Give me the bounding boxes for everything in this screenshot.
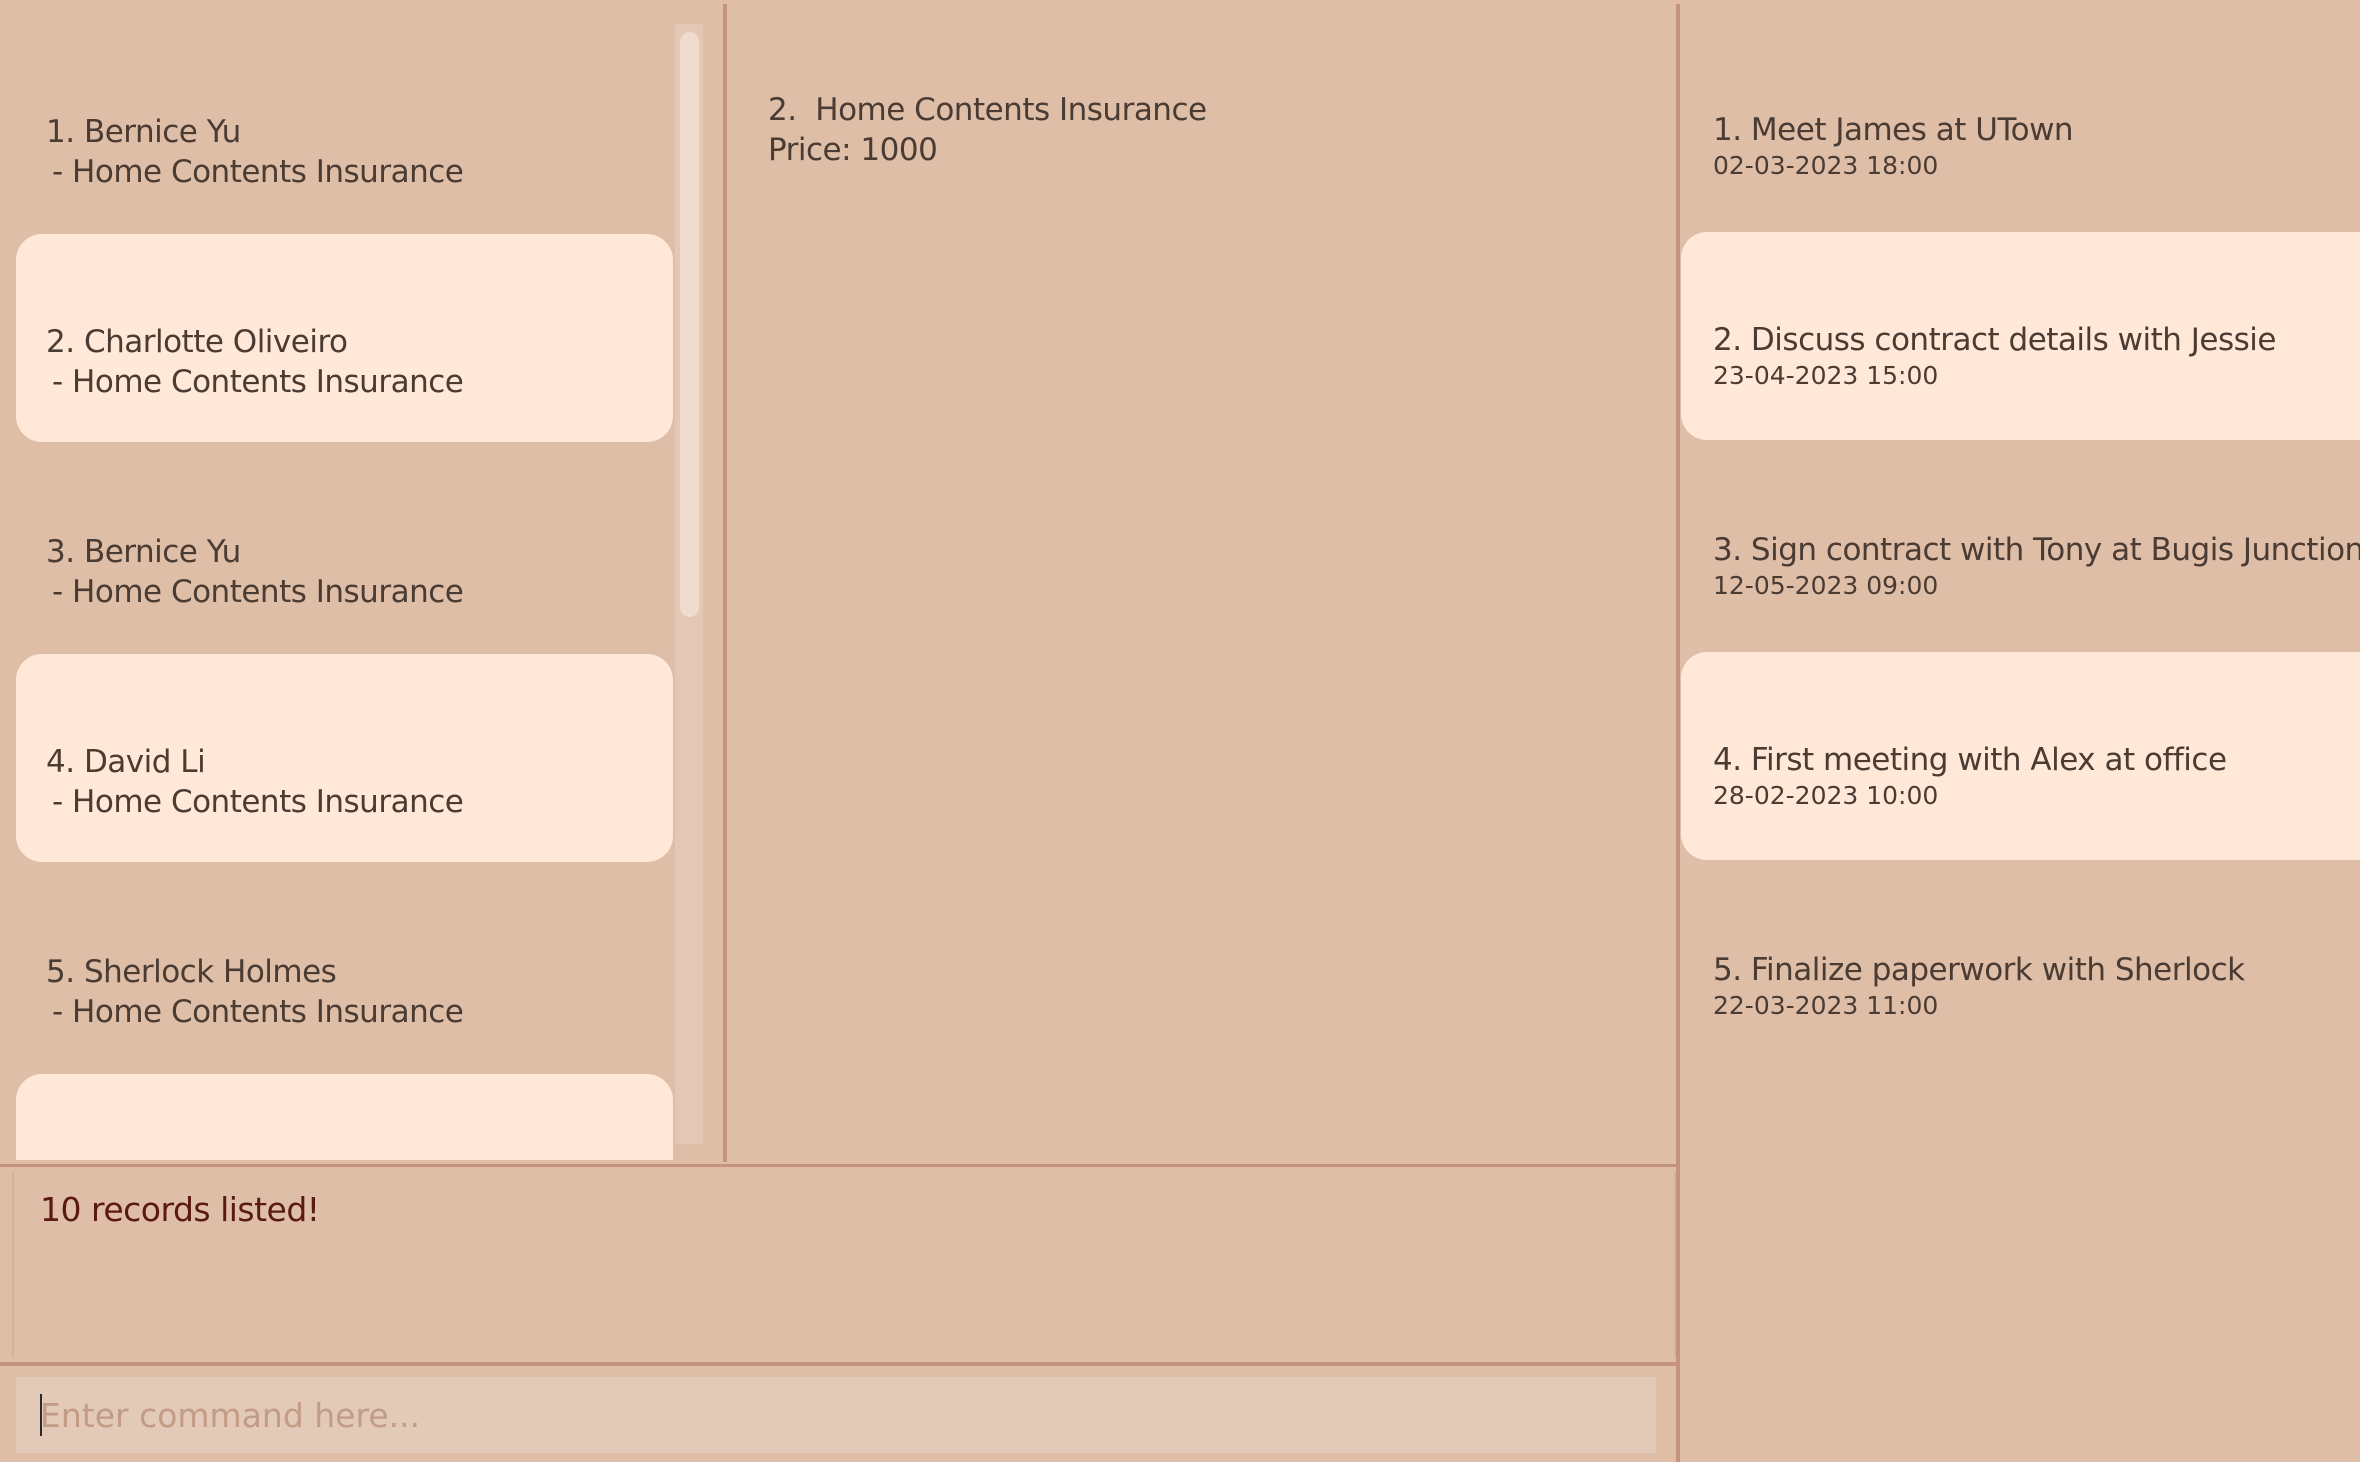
result-display: 10 records listed!: [12, 1172, 1676, 1358]
meeting-card[interactable]: 5. Finalize paperwork with Sherlock 22-0…: [1681, 862, 2360, 1070]
meetings-list-panel: 1. Meet James at UTown 02-03-2023 18:00 …: [1681, 0, 2360, 1462]
detail-policy-title: 2. Home Contents Insurance: [768, 92, 1207, 128]
record-policy: - Home Contents Insurance: [52, 574, 464, 610]
records-scrollbar-thumb[interactable]: [680, 32, 699, 617]
record-title: 4. David Li: [46, 744, 206, 780]
meeting-title: 4. First meeting with Alex at office: [1713, 742, 2227, 778]
divider: [0, 1164, 1676, 1167]
detail-price: Price: 1000: [768, 132, 938, 168]
record-title: 3. Bernice Yu: [46, 534, 241, 570]
meeting-title: 3. Sign contract with Tony at Bugis Junc…: [1713, 532, 2360, 568]
meeting-datetime: 28-02-2023 10:00: [1713, 781, 1939, 810]
record-card[interactable]: 5. Sherlock Holmes - Home Contents Insur…: [16, 864, 673, 1072]
command-input[interactable]: [16, 1377, 1656, 1453]
record-detail-panel: 2. Home Contents Insurance Price: 1000: [768, 90, 1207, 170]
record-card-partial[interactable]: [16, 1074, 673, 1160]
meeting-card[interactable]: 2. Discuss contract details with Jessie …: [1681, 232, 2360, 440]
divider: [0, 1362, 1676, 1366]
record-card[interactable]: 3. Bernice Yu - Home Contents Insurance: [16, 444, 673, 652]
meeting-card[interactable]: 3. Sign contract with Tony at Bugis Junc…: [1681, 442, 2360, 650]
meeting-card[interactable]: 4. First meeting with Alex at office 28-…: [1681, 652, 2360, 860]
meeting-card[interactable]: 1. Meet James at UTown 02-03-2023 18:00: [1681, 22, 2360, 230]
meeting-datetime: 12-05-2023 09:00: [1713, 571, 1939, 600]
record-card[interactable]: 1. Bernice Yu - Home Contents Insurance: [16, 24, 673, 232]
meeting-title: 2. Discuss contract details with Jessie: [1713, 322, 2276, 358]
divider: [1676, 4, 1680, 1462]
meeting-datetime: 22-03-2023 11:00: [1713, 991, 1939, 1020]
text-caret: [40, 1394, 42, 1436]
meeting-datetime: 02-03-2023 18:00: [1713, 151, 1939, 180]
meeting-title: 1. Meet James at UTown: [1713, 112, 2074, 148]
meeting-title: 5. Finalize paperwork with Sherlock: [1713, 952, 2245, 988]
record-policy: - Home Contents Insurance: [52, 364, 464, 400]
record-card[interactable]: 4. David Li - Home Contents Insurance: [16, 654, 673, 862]
result-message: 10 records listed!: [40, 1190, 320, 1229]
record-policy: - Home Contents Insurance: [52, 154, 464, 190]
record-card[interactable]: 2. Charlotte Oliveiro - Home Contents In…: [16, 234, 673, 442]
record-title: 5. Sherlock Holmes: [46, 954, 337, 990]
divider: [723, 4, 727, 1162]
record-policy: - Home Contents Insurance: [52, 784, 464, 820]
record-title: 2. Charlotte Oliveiro: [46, 324, 348, 360]
records-list-panel: 1. Bernice Yu - Home Contents Insurance …: [0, 0, 722, 1160]
meeting-datetime: 23-04-2023 15:00: [1713, 361, 1939, 390]
record-policy: - Home Contents Insurance: [52, 994, 464, 1030]
record-title: 1. Bernice Yu: [46, 114, 241, 150]
